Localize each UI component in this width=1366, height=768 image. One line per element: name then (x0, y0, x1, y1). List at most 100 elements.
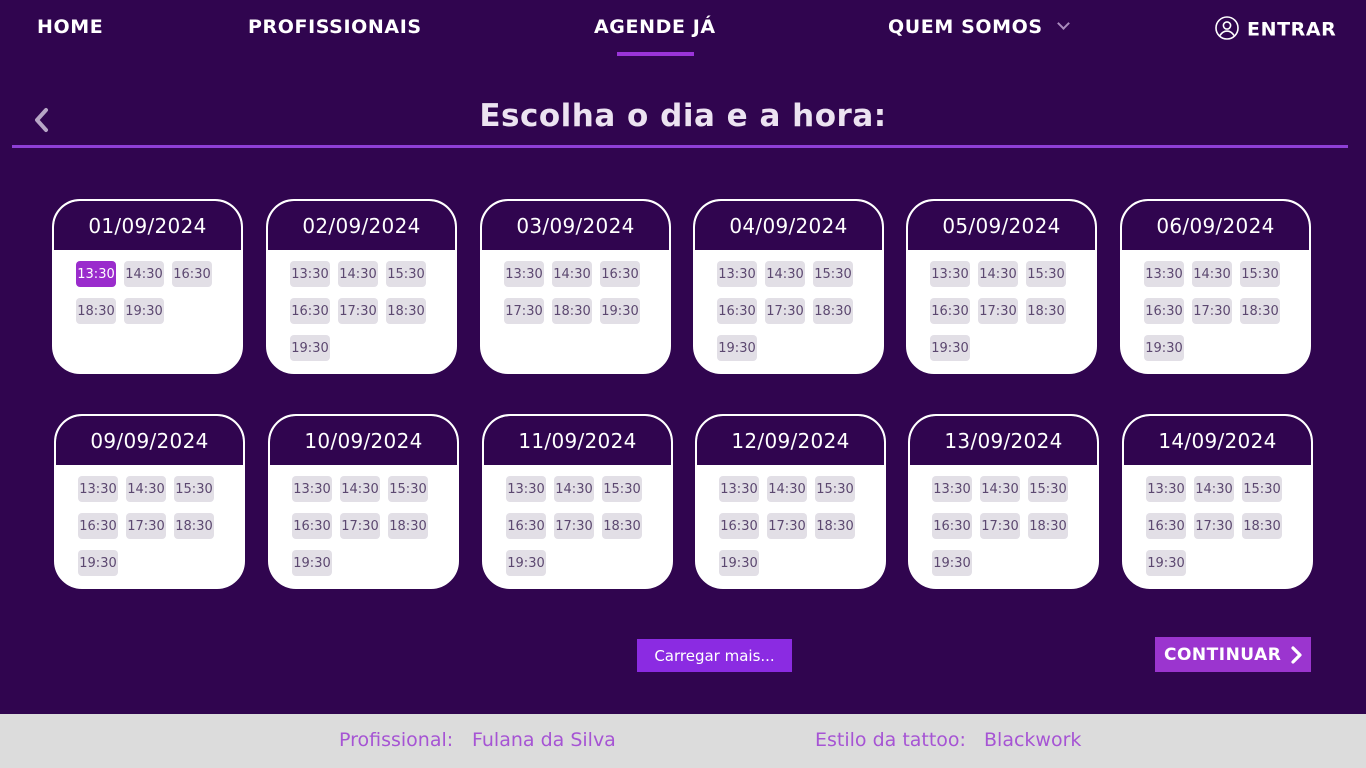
time-slot[interactable]: 16:30 (930, 298, 970, 324)
time-slot[interactable]: 17:30 (338, 298, 378, 324)
time-slot[interactable]: 13:30 (719, 476, 759, 502)
time-slot[interactable]: 13:30 (78, 476, 118, 502)
time-slot[interactable]: 19:30 (1146, 550, 1186, 576)
time-slot[interactable]: 14:30 (767, 476, 807, 502)
continue-button[interactable]: CONTINUAR (1155, 637, 1311, 672)
time-slot[interactable]: 16:30 (78, 513, 118, 539)
time-slot[interactable]: 19:30 (290, 335, 330, 361)
time-slot[interactable]: 17:30 (978, 298, 1018, 324)
time-slot[interactable]: 19:30 (78, 550, 118, 576)
time-slot[interactable]: 14:30 (978, 261, 1018, 287)
time-slot[interactable]: 18:30 (1028, 513, 1068, 539)
time-slot[interactable]: 16:30 (719, 513, 759, 539)
time-slot[interactable]: 16:30 (717, 298, 757, 324)
day-card-header: 13/09/2024 (910, 416, 1097, 465)
time-slot-list: 13:30 14:30 15:30 16:30 17:30 18:30 19:30 (1124, 465, 1311, 576)
nav-professionals[interactable]: PROFISSIONAIS (248, 16, 422, 38)
time-slot[interactable]: 19:30 (506, 550, 546, 576)
time-slot[interactable]: 18:30 (602, 513, 642, 539)
time-slot[interactable]: 19:30 (930, 335, 970, 361)
time-slot[interactable]: 16:30 (172, 261, 212, 287)
time-slot[interactable]: 18:30 (552, 298, 592, 324)
time-slot[interactable]: 13:30 (292, 476, 332, 502)
time-slot[interactable]: 15:30 (386, 261, 426, 287)
time-slot[interactable]: 15:30 (815, 476, 855, 502)
time-slot[interactable]: 17:30 (554, 513, 594, 539)
time-slot[interactable]: 15:30 (174, 476, 214, 502)
time-slot[interactable]: 14:30 (126, 476, 166, 502)
load-more-button[interactable]: Carregar mais... (637, 639, 792, 672)
time-slot[interactable]: 19:30 (717, 335, 757, 361)
time-slot[interactable]: 18:30 (388, 513, 428, 539)
time-slot[interactable]: 15:30 (1028, 476, 1068, 502)
time-slot[interactable]: 18:30 (815, 513, 855, 539)
time-slot[interactable]: 17:30 (1192, 298, 1232, 324)
nav-about[interactable]: QUEM SOMOS (888, 16, 1070, 38)
time-slot[interactable]: 13:30 (930, 261, 970, 287)
time-slot[interactable]: 17:30 (980, 513, 1020, 539)
time-slot[interactable]: 16:30 (932, 513, 972, 539)
time-slot[interactable]: 16:30 (506, 513, 546, 539)
time-slot[interactable]: 17:30 (1194, 513, 1234, 539)
time-slot[interactable]: 19:30 (600, 298, 640, 324)
time-slot[interactable]: 15:30 (1026, 261, 1066, 287)
time-slot[interactable]: 14:30 (554, 476, 594, 502)
time-slot[interactable]: 19:30 (1144, 335, 1184, 361)
time-slot[interactable]: 16:30 (292, 513, 332, 539)
time-slot[interactable]: 13:30 (504, 261, 544, 287)
time-slot[interactable]: 17:30 (340, 513, 380, 539)
day-card-header: 12/09/2024 (697, 416, 884, 465)
day-date: 13/09/2024 (944, 428, 1063, 453)
day-card-header: 10/09/2024 (270, 416, 457, 465)
nav-home[interactable]: HOME (37, 16, 103, 38)
time-slot[interactable]: 14:30 (765, 261, 805, 287)
nav-login[interactable]: ENTRAR (1215, 16, 1336, 42)
time-slot[interactable]: 14:30 (338, 261, 378, 287)
time-slot[interactable]: 14:30 (1192, 261, 1232, 287)
time-slot[interactable]: 13:30 (506, 476, 546, 502)
time-slot-list: 13:30 14:30 15:30 16:30 17:30 18:30 19:30 (484, 465, 671, 576)
time-slot-list: 13:30 14:30 15:30 16:30 17:30 18:30 19:30 (908, 250, 1095, 361)
time-slot[interactable]: 19:30 (719, 550, 759, 576)
time-slot[interactable]: 17:30 (504, 298, 544, 324)
day-card-header: 05/09/2024 (908, 201, 1095, 250)
time-slot[interactable]: 13:30 (290, 261, 330, 287)
time-slot[interactable]: 16:30 (1144, 298, 1184, 324)
time-slot[interactable]: 14:30 (1194, 476, 1234, 502)
time-slot[interactable]: 14:30 (980, 476, 1020, 502)
day-date: 02/09/2024 (302, 213, 421, 238)
time-slot[interactable]: 19:30 (932, 550, 972, 576)
time-slot[interactable]: 15:30 (388, 476, 428, 502)
time-slot[interactable]: 13:30 (932, 476, 972, 502)
time-slot[interactable]: 17:30 (765, 298, 805, 324)
time-slot[interactable]: 14:30 (552, 261, 592, 287)
time-slot[interactable]: 14:30 (124, 261, 164, 287)
time-slot[interactable]: 18:30 (1026, 298, 1066, 324)
time-slot[interactable]: 18:30 (1242, 513, 1282, 539)
time-slot[interactable]: 18:30 (174, 513, 214, 539)
time-slot-list: 13:30 14:30 16:30 17:30 18:30 19:30 (482, 250, 669, 324)
time-slot[interactable]: 19:30 (124, 298, 164, 324)
time-slot[interactable]: 18:30 (76, 298, 116, 324)
time-slot[interactable]: 16:30 (290, 298, 330, 324)
time-slot[interactable]: 13:30 (1146, 476, 1186, 502)
time-slot[interactable]: 18:30 (813, 298, 853, 324)
time-slot[interactable]: 15:30 (602, 476, 642, 502)
time-slot[interactable]: 15:30 (1242, 476, 1282, 502)
nav-schedule[interactable]: AGENDE JÁ (594, 16, 716, 38)
time-slot[interactable]: 17:30 (126, 513, 166, 539)
time-slot[interactable]: 15:30 (1240, 261, 1280, 287)
time-slot[interactable]: 16:30 (600, 261, 640, 287)
day-card: 01/09/2024 13:30 14:30 16:30 18:30 19:30 (52, 199, 243, 374)
time-slot[interactable]: 14:30 (340, 476, 380, 502)
time-slot[interactable]: 18:30 (1240, 298, 1280, 324)
time-slot[interactable]: 13:30 (1144, 261, 1184, 287)
time-slot-selected[interactable]: 13:30 (76, 261, 116, 287)
time-slot[interactable]: 16:30 (1146, 513, 1186, 539)
time-slot[interactable]: 15:30 (813, 261, 853, 287)
time-slot[interactable]: 18:30 (386, 298, 426, 324)
day-card: 05/09/2024 13:30 14:30 15:30 16:30 17:30 18:30… (906, 199, 1097, 374)
time-slot[interactable]: 19:30 (292, 550, 332, 576)
time-slot[interactable]: 13:30 (717, 261, 757, 287)
time-slot[interactable]: 17:30 (767, 513, 807, 539)
